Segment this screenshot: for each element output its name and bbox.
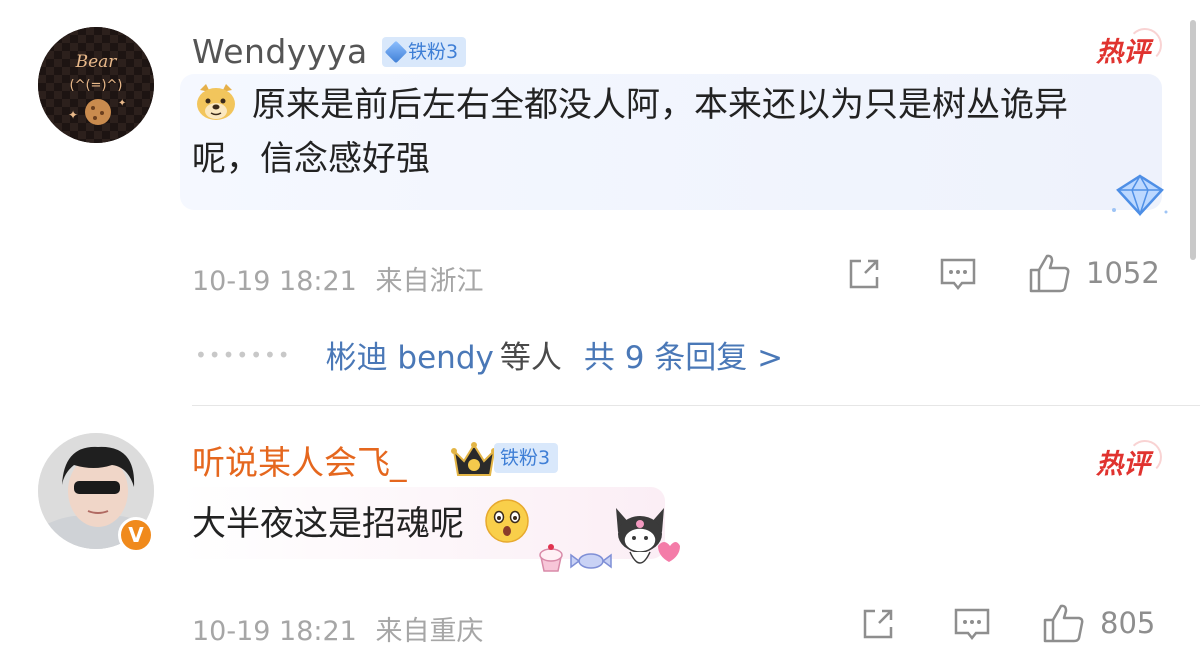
reply-names[interactable]: 彬迪 bendy xyxy=(326,332,494,377)
svg-text:(^(=)^): (^(=)^) xyxy=(70,78,123,93)
diamond-icon xyxy=(384,40,408,64)
diamond-icon xyxy=(1112,174,1168,217)
comment-icon xyxy=(940,258,976,291)
comment-text[interactable]: 原来是前后左右全都没人阿，本来还以为只是树丛诡异呢，信念感好强 xyxy=(192,78,1132,186)
share-button[interactable] xyxy=(859,605,897,643)
comment-item: V 听说某人会飞_ 铁粉3 热评 大半夜这是招魂呢 10-19 18:21 来自… xyxy=(0,405,1200,665)
like-button[interactable]: 1052 xyxy=(1028,252,1160,294)
svg-text:✦: ✦ xyxy=(68,108,78,122)
reply-total-link[interactable]: 共 9 条回复 > xyxy=(584,332,783,377)
avatar-image: Bear (^(=)^) ✦ ✦ xyxy=(38,27,154,143)
surprised-emoji-icon xyxy=(485,499,529,543)
like-icon xyxy=(1043,604,1084,643)
comment-body: 大半夜这是招魂呢 xyxy=(192,504,464,544)
like-icon xyxy=(1029,254,1070,293)
comment-meta: 10-19 18:21 来自浙江 xyxy=(192,259,483,298)
comment-time: 10-19 18:21 xyxy=(192,616,357,647)
kuromi-sticker-icon xyxy=(616,508,680,564)
comment-time: 10-19 18:21 xyxy=(192,266,357,297)
like-button[interactable]: 805 xyxy=(1042,602,1155,644)
comment-item: Bear (^(=)^) ✦ ✦ Wendyyya 铁粉3 热评 原来是前后左右… xyxy=(0,0,1200,405)
avatar[interactable]: Bear (^(=)^) ✦ ✦ xyxy=(38,27,154,143)
dessert-sticker-icon xyxy=(539,544,612,572)
comment-body: 原来是前后左右全都没人阿，本来还以为只是树丛诡异呢，信念感好强 xyxy=(192,85,1068,179)
username[interactable]: 听说某人会飞_ xyxy=(192,443,407,483)
reply-dots: ••••••• xyxy=(195,342,292,367)
comment-button[interactable] xyxy=(938,255,978,293)
reply-summary[interactable]: ••••••• 彬迪 bendy 等人 共 9 条回复 > xyxy=(195,332,783,377)
comment-meta: 10-19 18:21 来自重庆 xyxy=(192,609,483,648)
reply-suffix: 等人 xyxy=(499,340,562,376)
fan-badge-label: 铁粉3 xyxy=(408,41,459,63)
svg-text:✦: ✦ xyxy=(118,98,126,109)
comment-icon xyxy=(954,608,990,641)
share-icon xyxy=(849,259,879,289)
share-icon xyxy=(863,609,893,639)
comment-button[interactable] xyxy=(952,605,992,643)
hot-comment-badge: 热评 xyxy=(1096,440,1162,480)
hot-comment-badge: 热评 xyxy=(1096,28,1162,68)
fan-badge[interactable]: 铁粉3 xyxy=(382,37,467,67)
share-button[interactable] xyxy=(845,255,883,293)
username[interactable]: Wendyyya xyxy=(192,32,368,72)
like-count: 805 xyxy=(1100,606,1156,640)
verified-badge: V xyxy=(118,517,154,553)
comment-location: 来自浙江 xyxy=(375,266,484,297)
like-count: 1052 xyxy=(1086,256,1160,290)
comment-text[interactable]: 大半夜这是招魂呢 xyxy=(192,497,531,551)
comment-location: 来自重庆 xyxy=(375,616,484,647)
svg-text:Bear: Bear xyxy=(75,52,118,72)
fan-badge-label: 铁粉3 xyxy=(500,447,551,469)
doge-emoji-icon xyxy=(197,84,235,120)
fan-badge[interactable]: 铁粉3 xyxy=(494,443,559,473)
crown-icon xyxy=(451,442,497,476)
